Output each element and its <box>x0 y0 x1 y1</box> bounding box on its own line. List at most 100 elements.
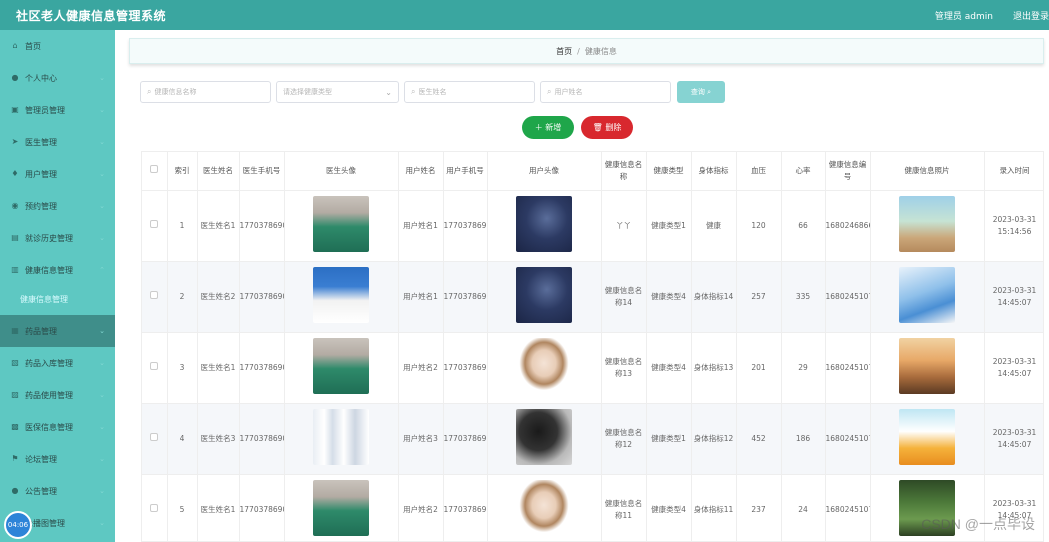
sidebar-item-label: 药品使用管理 <box>25 390 73 400</box>
sidebar-item-admin[interactable]: ▣ 管理员管理 ⌄ <box>0 94 115 126</box>
stock-icon: ▧ <box>11 358 19 367</box>
doctor-name-cell: 医生姓名2 <box>197 261 240 333</box>
sidebar-item-notice[interactable]: ● 公告管理 ⌄ <box>0 475 115 507</box>
sidebar-item-home[interactable]: ⌂ 首页 <box>0 30 115 62</box>
user-name-input[interactable]: ⌕ 用户姓名 <box>540 81 671 103</box>
heart-rate-cell: 66 <box>781 190 826 262</box>
doctor-avatar-cell <box>284 474 399 541</box>
record-time-cell: 2023-03-31 14:45:07 <box>984 261 1043 333</box>
doctor-name-cell: 医生姓名1 <box>197 474 240 541</box>
doctor-avatar <box>313 479 369 536</box>
table-row[interactable]: 2 医生姓名2 17703786902 用户姓名1 17703786901 健康… <box>142 261 1043 333</box>
row-checkbox[interactable] <box>150 219 159 228</box>
sidebar-item-insurance[interactable]: ▩ 医保信息管理 ⌄ <box>0 411 115 443</box>
sidebar-subitem-health-info[interactable]: 健康信息管理 <box>20 294 68 305</box>
doctor-phone-cell: 17703786902 <box>239 261 285 333</box>
doctor-phone-cell: 17703786901 <box>239 474 285 541</box>
history-icon: ▤ <box>11 233 19 242</box>
row-checkbox[interactable] <box>150 290 159 299</box>
sidebar-item-label: 首页 <box>25 41 41 51</box>
health-type-cell: 健康类型1 <box>646 190 692 262</box>
admin-user-label[interactable]: 管理员 admin <box>935 9 993 22</box>
health-code-cell: 1680245107263 <box>825 403 871 475</box>
health-code-cell: 1680246866748 <box>825 190 871 262</box>
record-time-cell: 2023-03-31 14:45:07 <box>984 403 1043 475</box>
chevron-down-icon: ⌄ <box>99 202 105 210</box>
health-photo-cell <box>870 261 985 333</box>
sidebar-item-forum[interactable]: ⚑ 论坛管理 ⌄ <box>0 443 115 475</box>
top-bar: 社区老人健康信息管理系统 管理员 admin 退出登录 <box>0 0 1049 30</box>
heart-rate-cell: 186 <box>781 403 826 475</box>
blood-pressure-cell: 120 <box>736 190 782 262</box>
health-type-cell: 健康类型4 <box>646 474 692 541</box>
row-checkbox[interactable] <box>150 361 159 370</box>
sidebar-item-health[interactable]: ▥ 健康信息管理 ⌃ <box>0 254 115 286</box>
health-name-input[interactable]: ⌕ 健康信息名称 <box>140 81 271 103</box>
sidebar-item-label: 医生管理 <box>25 137 57 147</box>
send-icon: ➤ <box>11 137 19 146</box>
sidebar-item-profile[interactable]: ● 个人中心 ⌄ <box>0 62 115 94</box>
plus-icon: ＋ <box>534 123 543 132</box>
user-avatar-cell <box>487 332 602 404</box>
chevron-down-icon: ⌄ <box>385 87 392 97</box>
sidebar-item-user[interactable]: ♦ 用户管理 ⌄ <box>0 158 115 190</box>
sidebar-item-drug-usage[interactable]: ▨ 药品使用管理 ⌄ <box>0 379 115 411</box>
health-name-cell: 健康信息名称13 <box>601 332 647 404</box>
column-header: 用户手机号 <box>443 152 488 191</box>
column-header: 健康类型 <box>646 152 692 191</box>
table-row[interactable]: 5 医生姓名1 17703786901 用户姓名2 17703786902 健康… <box>142 474 1043 541</box>
usage-icon: ▨ <box>11 390 19 399</box>
record-time-cell: 2023-03-31 15:14:56 <box>984 190 1043 262</box>
sidebar-item-drug[interactable]: ▦ 药品管理 ⌄ <box>0 315 115 347</box>
user-phone-cell: 17703786903 <box>443 403 488 475</box>
user-avatar <box>516 479 572 536</box>
query-button[interactable]: 查询 ⌕ <box>677 81 725 103</box>
heart-rate-cell: 29 <box>781 332 826 404</box>
sidebar-item-label: 药品入库管理 <box>25 358 73 368</box>
select-all-checkbox[interactable] <box>150 164 159 173</box>
user-avatar <box>516 266 572 323</box>
chevron-down-icon: ⌄ <box>99 327 105 335</box>
row-checkbox[interactable] <box>150 432 159 441</box>
sidebar-item-doctor[interactable]: ➤ 医生管理 ⌄ <box>0 126 115 158</box>
chevron-down-icon: ⌄ <box>99 106 105 114</box>
sidebar-item-history[interactable]: ▤ 就诊历史管理 ⌄ <box>0 222 115 254</box>
column-header: 健康信息名称 <box>601 152 647 191</box>
sidebar-item-drug-stock[interactable]: ▧ 药品入库管理 ⌄ <box>0 347 115 379</box>
notice-icon: ● <box>11 486 19 495</box>
delete-button[interactable]: 🗑 删除 <box>581 116 633 139</box>
add-button[interactable]: ＋ 新增 <box>522 116 574 139</box>
health-name-cell: 健康信息名称12 <box>601 403 647 475</box>
body-metric-cell: 身体指标13 <box>691 332 737 404</box>
chevron-down-icon: ⌄ <box>99 138 105 146</box>
row-checkbox-cell <box>142 190 168 262</box>
column-header: 录入时间 <box>984 152 1043 191</box>
table-row[interactable]: 1 医生姓名1 17703786901 用户姓名1 17703786901 丫丫… <box>142 190 1043 262</box>
record-time-cell: 2023-03-31 14:45:07 <box>984 332 1043 404</box>
doctor-avatar <box>313 195 369 252</box>
index-cell: 4 <box>167 403 198 475</box>
doctor-name-cell: 医生姓名3 <box>197 403 240 475</box>
doctor-name-input[interactable]: ⌕ 医生姓名 <box>404 81 535 103</box>
column-header: 用户头像 <box>487 152 602 191</box>
table-row[interactable]: 3 医生姓名1 17703786901 用户姓名2 17703786902 健康… <box>142 332 1043 404</box>
breadcrumb-home[interactable]: 首页 <box>556 46 572 57</box>
sidebar-item-label: 健康信息管理 <box>25 265 73 275</box>
doctor-phone-cell: 17703786901 <box>239 332 285 404</box>
sidebar-item-appointment[interactable]: ◉ 预约管理 ⌄ <box>0 190 115 222</box>
sidebar-item-label: 个人中心 <box>25 73 57 83</box>
health-code-cell: 1680245107275 <box>825 474 871 541</box>
doctor-avatar-cell <box>284 261 399 333</box>
logout-button[interactable]: 退出登录 <box>1013 9 1049 22</box>
user-name-cell: 用户姓名2 <box>398 332 444 404</box>
health-type-select[interactable]: 请选择健康类型 ⌄ <box>276 81 399 103</box>
index-cell: 1 <box>167 190 198 262</box>
health-type-cell: 健康类型4 <box>646 332 692 404</box>
admin-icon: ▣ <box>11 105 19 114</box>
health-photo <box>899 195 955 252</box>
heart-rate-cell: 335 <box>781 261 826 333</box>
table-row[interactable]: 4 医生姓名3 17703786903 用户姓名3 17703786903 健康… <box>142 403 1043 475</box>
doctor-avatar-cell <box>284 403 399 475</box>
search-icon: ⌕ <box>411 87 416 96</box>
row-checkbox[interactable] <box>150 503 159 512</box>
